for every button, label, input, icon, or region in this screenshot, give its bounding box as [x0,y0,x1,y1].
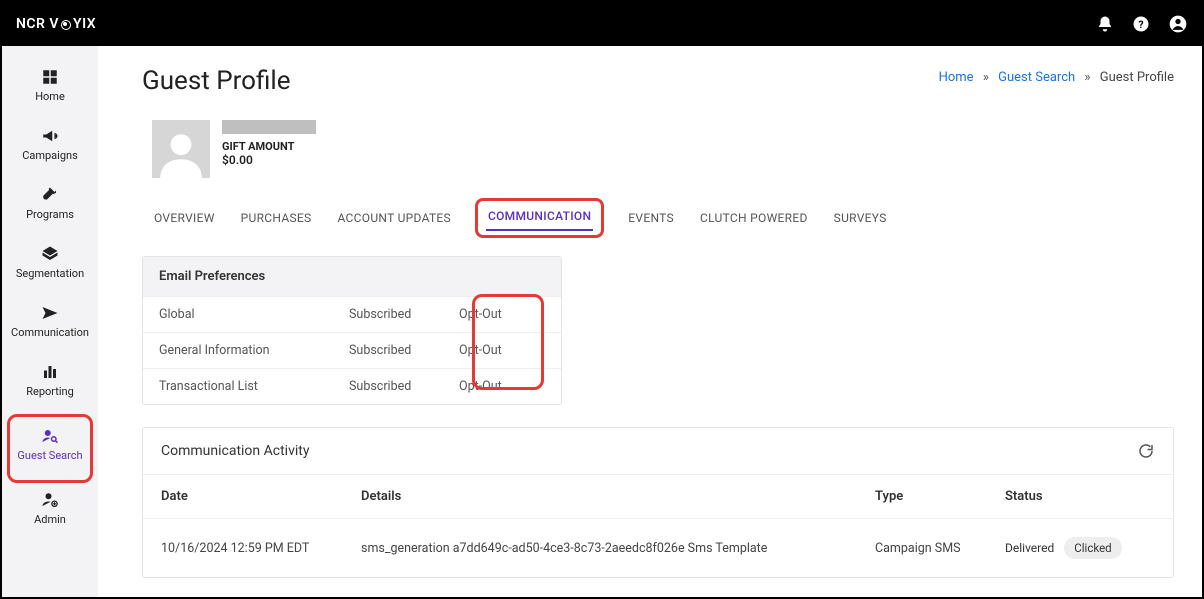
sidebar-item-admin[interactable]: Admin [10,483,90,536]
highlight-guest-search: Guest Search [7,414,93,483]
svg-text:?: ? [1138,18,1143,31]
sidebar-item-campaigns[interactable]: Campaigns [10,119,90,172]
pref-name: Global [159,307,349,322]
sidebar-item-label: Home [35,90,65,103]
sidebar-item-label: Campaigns [22,149,78,162]
pref-name: Transactional List [159,379,349,394]
pref-status: Subscribed [349,379,459,394]
topbar: NCR VYIX ? [2,2,1202,46]
activity-row: 10/16/2024 12:59 PM EDT sms_generation a… [143,519,1173,577]
breadcrumb-current: Guest Profile [1100,70,1174,85]
main-content: Home » Guest Search » Guest Profile Gues… [98,46,1202,597]
email-preferences-title: Email Preferences [143,257,561,296]
gift-amount-label: GIFT AMOUNT [222,140,316,153]
col-header-type: Type [875,489,1005,504]
sidebar-item-guest-search[interactable]: Guest Search [10,419,90,472]
breadcrumb: Home » Guest Search » Guest Profile [939,70,1174,85]
sidebar-item-label: Communication [11,326,89,339]
refresh-icon[interactable] [1137,442,1155,460]
sidebar-item-reporting[interactable]: Reporting [10,355,90,408]
logo-o-icon [61,20,71,30]
brand-logo: NCR VYIX [16,16,96,32]
breadcrumb-home[interactable]: Home [939,70,974,85]
col-header-status: Status [1005,489,1155,504]
tab-events[interactable]: EVENTS [626,201,676,235]
sidebar-item-home[interactable]: Home [10,60,90,113]
pref-status: Subscribed [349,307,459,322]
avatar [152,120,210,178]
sidebar-item-label: Reporting [26,385,74,398]
activity-title: Communication Activity [161,443,309,459]
redacted-name [222,120,316,134]
sidebar-item-communication[interactable]: Communication [10,296,90,349]
sidebar-item-label: Guest Search [17,449,82,462]
pref-name: General Information [159,343,349,358]
communication-activity-card: Communication Activity Date Details Type… [142,427,1174,578]
sidebar-item-programs[interactable]: Programs [10,178,90,231]
col-header-details: Details [361,489,875,504]
sidebar-item-label: Programs [26,208,74,221]
breadcrumb-guest-search[interactable]: Guest Search [998,70,1075,85]
activity-date: 10/16/2024 12:59 PM EDT [161,541,361,556]
gift-amount-value: $0.00 [222,153,316,167]
tab-surveys[interactable]: SURVEYS [832,201,889,235]
sidebar: Home Campaigns Programs Segmentation Com… [2,46,98,597]
tab-purchases[interactable]: PURCHASES [239,201,314,235]
sidebar-item-segmentation[interactable]: Segmentation [10,237,90,290]
sidebar-item-label: Segmentation [16,267,84,280]
highlight-opt-out [472,294,544,390]
activity-details: sms_generation a7dd649c-ad50-4ce3-8c73-2… [361,541,875,556]
tab-communication[interactable]: COMMUNICATION [486,205,593,231]
pref-status: Subscribed [349,343,459,358]
profile-header: GIFT AMOUNT $0.00 [152,120,1174,178]
highlight-communication-tab: COMMUNICATION [475,198,604,238]
sidebar-item-label: Admin [34,513,66,526]
account-icon[interactable] [1168,14,1188,34]
bell-icon[interactable] [1096,15,1114,33]
activity-type: Campaign SMS [875,541,1005,556]
activity-status-text: Delivered [1005,541,1054,555]
tabs: OVERVIEW PURCHASES ACCOUNT UPDATES COMMU… [152,198,1174,238]
activity-status-pill: Clicked [1064,537,1121,559]
activity-header-row: Date Details Type Status [143,475,1173,519]
tab-overview[interactable]: OVERVIEW [152,201,217,235]
tab-clutch-powered[interactable]: CLUTCH POWERED [698,201,810,235]
col-header-date: Date [161,489,361,504]
tab-account-updates[interactable]: ACCOUNT UPDATES [335,201,453,235]
help-icon[interactable]: ? [1132,15,1150,33]
